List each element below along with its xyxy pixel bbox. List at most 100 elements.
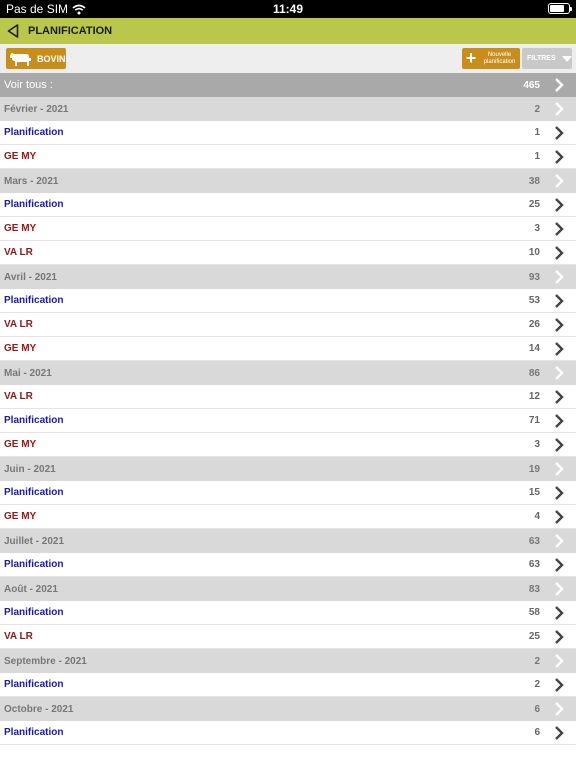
list-item[interactable]: Planification 71 (0, 409, 576, 433)
list-item[interactable]: VA LR 10 (0, 241, 576, 265)
row-count: 58 (528, 607, 540, 618)
list-item[interactable]: Planification 2 (0, 673, 576, 697)
row-count: 3 (534, 439, 540, 450)
list-item[interactable]: Planification 6 (0, 721, 576, 745)
row-label: GE MY (4, 343, 37, 354)
list-item[interactable]: GE MY 3 (0, 433, 576, 457)
row-label: Avril - 2021 (4, 271, 57, 283)
row-count: 2 (534, 679, 540, 690)
list-item[interactable]: Planification 58 (0, 601, 576, 625)
month-header-row[interactable]: Juin - 2021 19 (0, 457, 576, 481)
chevron-right-icon (555, 678, 564, 692)
row-count: 10 (528, 247, 540, 258)
row-count: 93 (528, 271, 540, 283)
chevron-right-icon (555, 558, 564, 572)
row-label: Planification (4, 415, 64, 426)
status-bar: Pas de SIM 11:49 (0, 0, 576, 18)
row-count: 86 (528, 367, 540, 379)
status-right (548, 3, 572, 14)
chevron-right-icon (555, 318, 564, 332)
row-count: 63 (528, 535, 540, 547)
row-count: 3 (534, 223, 540, 234)
row-count: 38 (528, 175, 540, 187)
chevron-right-icon (555, 486, 564, 500)
row-count: 6 (534, 703, 540, 715)
new-label-line1: Nouvelle (487, 51, 512, 58)
chevron-right-icon (555, 534, 564, 548)
filters-label: FILTRES (527, 55, 556, 62)
planning-list: Voir tous :465 Février - 2021 2 Planificati… (0, 73, 576, 745)
row-label: VA LR (4, 319, 33, 330)
row-count: 15 (528, 487, 540, 498)
list-item[interactable]: Planification 1 (0, 121, 576, 145)
row-label: Planification (4, 727, 64, 738)
chevron-right-icon (555, 654, 564, 668)
view-all-row[interactable]: Voir tous : 465 (0, 73, 576, 97)
list-item[interactable]: GE MY 3 (0, 217, 576, 241)
month-header-row[interactable]: Mars - 2021 38 (0, 169, 576, 193)
row-label: VA LR (4, 631, 33, 642)
chevron-right-icon (555, 270, 564, 284)
list-item[interactable]: Planification 15 (0, 481, 576, 505)
chevron-right-icon (555, 126, 564, 140)
species-label: BOVIN (37, 53, 66, 64)
list-item[interactable]: Planification 63 (0, 553, 576, 577)
species-button[interactable]: BOVIN (6, 48, 66, 69)
row-count: 6 (534, 727, 540, 738)
row-count: 1 (534, 151, 540, 162)
back-button[interactable] (2, 18, 24, 44)
list-item[interactable]: GE MY 14 (0, 337, 576, 361)
row-count: 465 (523, 79, 540, 91)
list-item[interactable]: VA LR 12 (0, 385, 576, 409)
chevron-right-icon (555, 462, 564, 476)
month-header-row[interactable]: Mai - 2021 86 (0, 361, 576, 385)
list-item[interactable]: GE MY 1 (0, 145, 576, 169)
list-item[interactable]: Planification 25 (0, 193, 576, 217)
row-label: Planification (4, 295, 64, 306)
chevron-right-icon (555, 246, 564, 260)
list-item[interactable]: VA LR 26 (0, 313, 576, 337)
chevron-right-icon (555, 150, 564, 164)
month-header-row[interactable]: Septembre - 2021 2 (0, 649, 576, 673)
row-label: Planification (4, 679, 64, 690)
new-planification-label: Nouvelle planification (479, 52, 520, 66)
row-label: Planification (4, 127, 64, 138)
chevron-right-icon (555, 702, 564, 716)
row-count: 53 (528, 295, 540, 306)
row-count: 1 (534, 127, 540, 138)
row-label: Planification (4, 487, 64, 498)
row-label: Planification (4, 199, 64, 210)
row-label: Mai - 2021 (4, 367, 52, 379)
row-label: Juillet - 2021 (4, 535, 65, 547)
chevron-right-icon (555, 606, 564, 620)
chevron-right-icon (555, 222, 564, 236)
row-label: Planification (4, 559, 64, 570)
toolbar: BOVIN + Nouvelle planification FILTRES (0, 44, 576, 73)
month-header-row[interactable]: Août - 2021 83 (0, 577, 576, 601)
plus-icon: + (465, 48, 477, 68)
chevron-right-icon (555, 510, 564, 524)
row-count: 12 (528, 391, 540, 402)
month-header-row[interactable]: Février - 2021 2 (0, 97, 576, 121)
chevron-right-icon (555, 414, 564, 428)
row-count: 25 (528, 631, 540, 642)
list-item[interactable]: Planification 53 (0, 289, 576, 313)
chevron-right-icon (555, 342, 564, 356)
month-header-row[interactable]: Octobre - 2021 6 (0, 697, 576, 721)
month-header-row[interactable]: Juillet - 2021 63 (0, 529, 576, 553)
list-item[interactable]: VA LR 25 (0, 625, 576, 649)
month-header-row[interactable]: Avril - 2021 93 (0, 265, 576, 289)
list-item[interactable]: GE MY 4 (0, 505, 576, 529)
chevron-right-icon (555, 630, 564, 644)
chevron-right-icon (555, 174, 564, 188)
filters-button[interactable]: FILTRES (522, 48, 572, 69)
chevron-right-icon (555, 78, 564, 92)
row-count: 83 (528, 583, 540, 595)
chevron-right-icon (555, 438, 564, 452)
row-label: Mars - 2021 (4, 175, 59, 187)
nav-bar: PLANIFICATION (0, 18, 576, 44)
chevron-right-icon (555, 726, 564, 740)
new-planification-button[interactable]: + Nouvelle planification (462, 48, 520, 69)
chevron-right-icon (555, 198, 564, 212)
row-count: 2 (534, 655, 540, 667)
